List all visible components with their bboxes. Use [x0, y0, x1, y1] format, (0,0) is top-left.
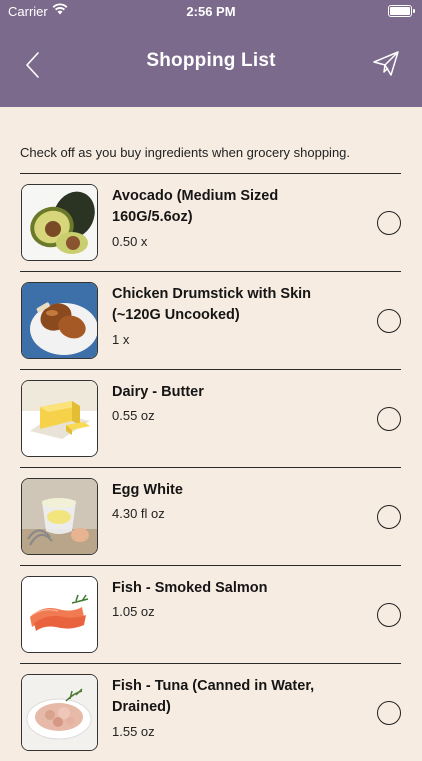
item-checkbox[interactable] [377, 407, 401, 431]
nav-bar: Shopping List [0, 24, 422, 107]
item-quantity: 4.30 fl oz [112, 506, 165, 521]
item-name: Avocado (Medium Sized 160G/5.6oz) [112, 188, 279, 225]
item-checkbox[interactable] [377, 603, 401, 627]
item-name: Dairy - Butter [112, 384, 204, 400]
item-name: Chicken Drumstick with Skin (~120G Uncoo… [112, 286, 312, 323]
item-quantity: 1 x [112, 332, 130, 347]
butter-image [21, 380, 98, 457]
list-item: Chicken Drumstick with Skin (~120G Uncoo… [20, 271, 401, 369]
list-item: Egg White 4.30 fl oz [20, 467, 401, 565]
battery-icon [388, 5, 415, 17]
item-name: Fish - Tuna (Canned in Water, Drained) [112, 678, 315, 715]
chicken-drumstick-image [21, 282, 98, 359]
smoked-salmon-image [21, 576, 98, 653]
status-bar: Carrier 2:56 PM [0, 0, 422, 24]
item-quantity: 1.05 oz [112, 604, 155, 619]
tuna-image [21, 674, 98, 751]
shopping-list: Avocado (Medium Sized 160G/5.6oz) 0.50 x… [20, 173, 401, 761]
paper-plane-icon [373, 51, 399, 76]
page-title: Shopping List [146, 50, 276, 71]
item-quantity: 0.50 x [112, 234, 148, 249]
list-item: Fish - Tuna (Canned in Water, Drained) 1… [20, 663, 401, 761]
item-checkbox[interactable] [377, 309, 401, 333]
list-item: Dairy - Butter 0.55 oz [20, 369, 401, 467]
item-quantity: 0.55 oz [112, 408, 155, 423]
item-name: Fish - Smoked Salmon [112, 580, 268, 596]
status-time: 2:56 PM [186, 4, 236, 19]
instructions-text: Check off as you buy ingredients when gr… [20, 145, 351, 160]
item-checkbox[interactable] [377, 505, 401, 529]
item-name: Egg White [112, 482, 183, 498]
list-item: Avocado (Medium Sized 160G/5.6oz) 0.50 x [20, 173, 401, 271]
list-item: Fish - Smoked Salmon 1.05 oz [20, 565, 401, 663]
avocado-image [21, 184, 98, 261]
item-checkbox[interactable] [377, 211, 401, 235]
item-checkbox[interactable] [377, 701, 401, 725]
share-button[interactable] [372, 50, 400, 78]
item-quantity: 1.55 oz [112, 724, 155, 739]
egg-white-image [21, 478, 98, 555]
